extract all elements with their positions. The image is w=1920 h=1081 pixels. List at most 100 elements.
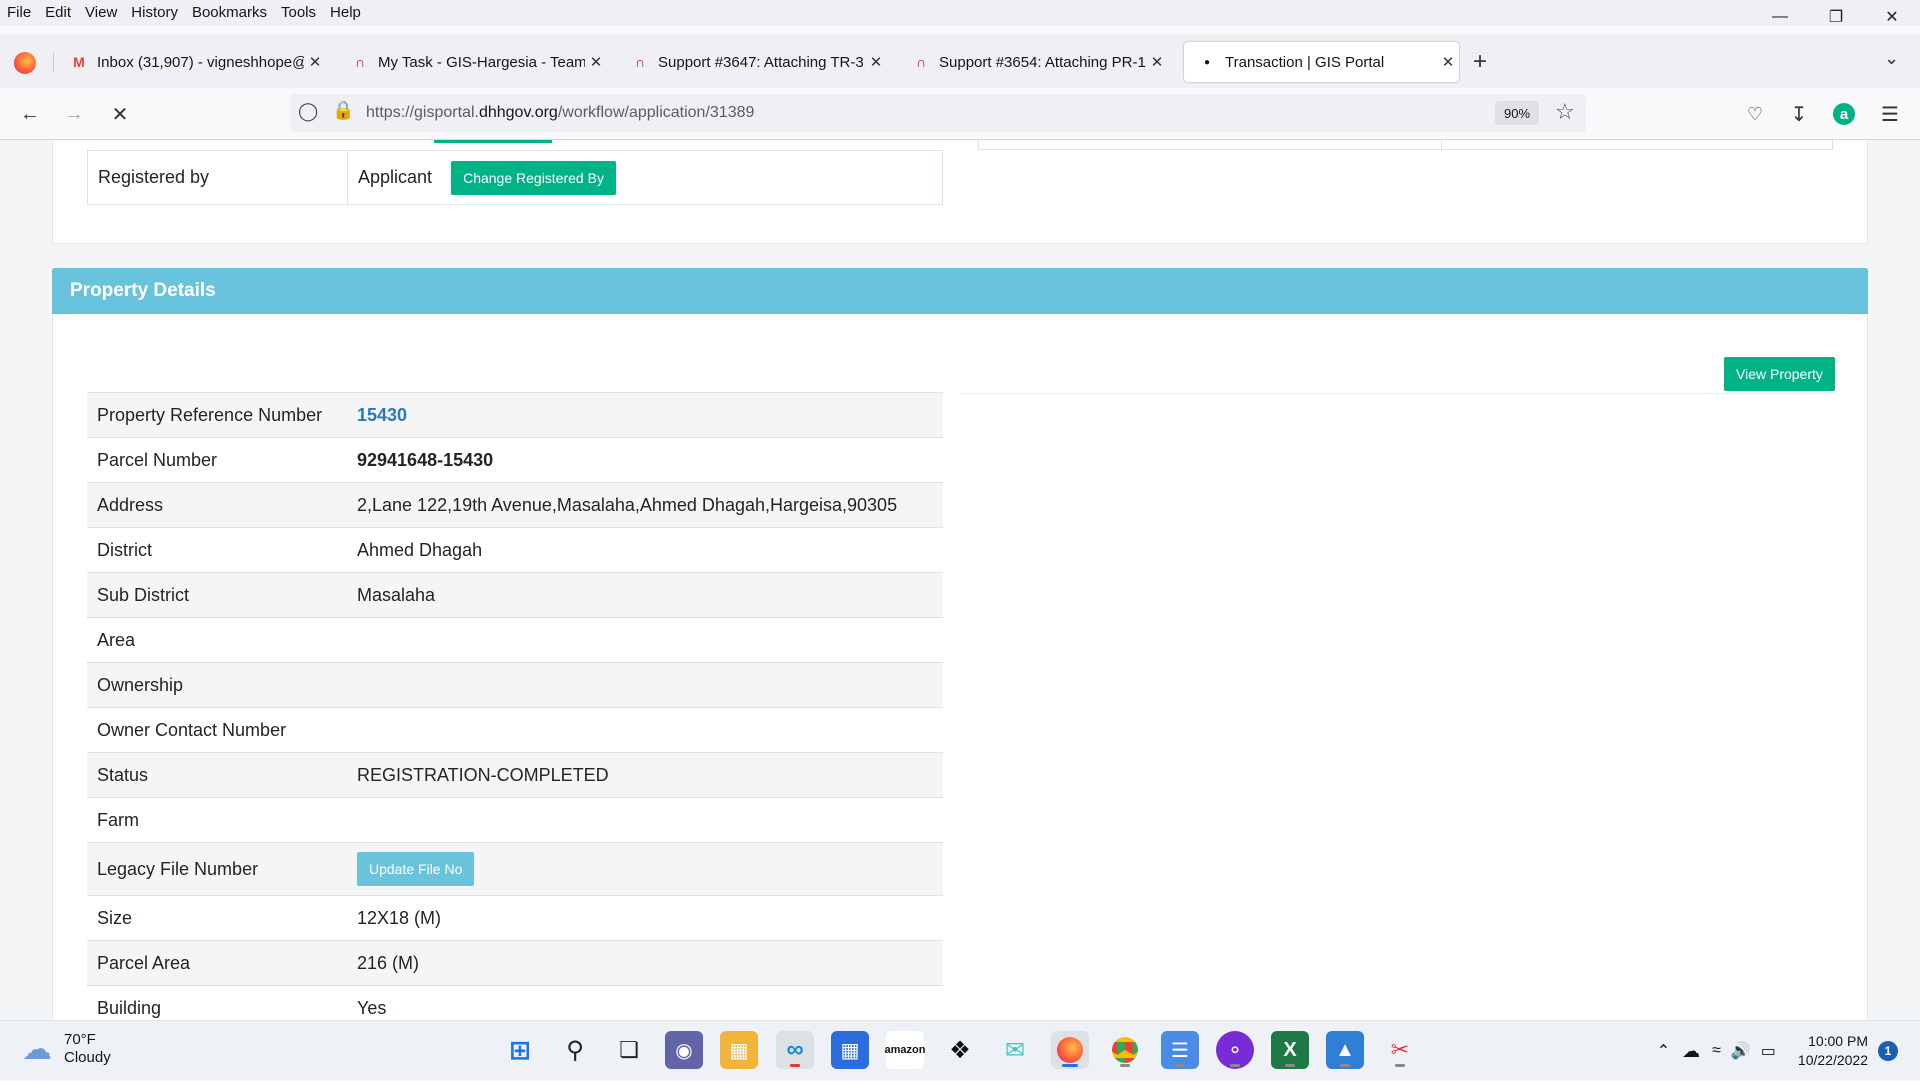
stop-loading-icon[interactable]: ✕ [106,100,134,128]
close-tab-icon[interactable]: ✕ [304,53,326,71]
tab-support-3647[interactable]: ∩ Support #3647: Attaching TR-31 ✕ [617,42,887,82]
firefox-icon[interactable] [14,52,36,74]
close-tab-icon[interactable]: ✕ [865,53,887,71]
detail-value[interactable]: 15430 [357,405,407,425]
weather-temp: 70°F [64,1031,96,1048]
detail-value: 216 (M) [357,952,420,973]
volume-icon[interactable]: 🔊 [1731,1041,1751,1061]
list-tabs-icon[interactable]: ⌄ [1884,48,1899,69]
detail-value-cell [347,707,943,753]
new-tab-icon[interactable]: + [1473,48,1487,76]
onedrive-icon[interactable]: ☁ [1682,1041,1700,1062]
detail-value-cell: Masalaha [347,572,943,618]
right-table-remnant [978,140,1833,150]
page-viewport: Registered by Applicant Change Registere… [0,140,1920,1020]
url-bar[interactable]: ◯ 🔒 https://gisportal.dhhgov.org/workflo… [290,94,1586,132]
right-column-divider [960,393,1832,394]
mail-icon[interactable]: ✉ [996,1031,1034,1069]
dropbox-icon[interactable]: ❖ [941,1031,979,1069]
change-registered-by-button[interactable]: Change Registered By [451,160,616,195]
detail-label: Building [87,985,347,1020]
detail-label: Legacy File Number [87,842,347,896]
bookmark-star-icon[interactable]: ☆ [1555,99,1575,125]
weather-widget[interactable]: ☁ 70°F Cloudy [22,1031,111,1067]
view-property-button[interactable]: View Property [1724,357,1835,391]
chrome-icon[interactable] [1106,1031,1144,1069]
detail-label: Parcel Area [87,940,347,986]
tab-title: Inbox (31,907) - vigneshhope@g [97,53,304,71]
redmine-icon: ∩ [354,54,366,70]
tab-separator [53,53,54,73]
tab-gmail[interactable]: M Inbox (31,907) - vigneshhope@g ✕ [56,42,326,82]
clock[interactable]: 10:00 PM 10/22/2022 [1798,1032,1868,1070]
update-file-no-button[interactable]: Update File No [357,852,475,886]
menu-history[interactable]: History [124,0,185,26]
lock-icon[interactable]: 🔒 [332,100,354,121]
firefox-taskbar-icon[interactable] [1051,1031,1089,1069]
tab-my-task[interactable]: ∩ My Task - GIS-Hargesia - Teams ✕ [337,42,607,82]
detail-value: 12X18 (M) [357,907,442,928]
notification-badge[interactable]: 1 [1878,1041,1898,1061]
clock-time: 10:00 PM [1808,1033,1868,1049]
edge-icon[interactable]: ∞ [776,1031,814,1069]
media-app-icon[interactable]: ⚬ [1216,1031,1254,1069]
excel-icon[interactable]: X [1271,1031,1309,1069]
table-row: District Ahmed Dhagah [87,527,943,573]
amazon-icon[interactable]: amazon [885,1031,925,1069]
back-icon[interactable]: ← [16,100,44,128]
close-window-icon[interactable]: ✕ [1864,0,1920,34]
tab-support-3654[interactable]: ∩ Support #3654: Attaching PR-15 ✕ [898,42,1168,82]
detail-label: Owner Contact Number [87,707,347,753]
battery-icon[interactable]: ▭ [1761,1041,1776,1061]
table-row: Address 2,Lane 122,19th Avenue,Masalaha,A… [87,482,943,528]
hamburger-menu-icon[interactable]: ☰ [1876,100,1904,128]
tracking-shield-icon[interactable]: ◯ [298,101,318,122]
restore-icon[interactable]: ❐ [1808,0,1864,34]
detail-label: Status [87,752,347,798]
clock-date: 10/22/2022 [1797,1052,1868,1068]
detail-value: 92941648-15430 [357,449,494,470]
photos-icon[interactable]: ▲ [1326,1031,1364,1069]
search-icon[interactable]: ⚲ [556,1031,594,1069]
detail-value: REGISTRATION-COMPLETED [357,764,609,785]
registered-by-value: Applicant [358,166,433,187]
file-explorer-icon[interactable]: ▦ [720,1031,758,1069]
zoom-level-badge[interactable]: 90% [1495,101,1539,125]
forward-icon[interactable]: → [60,100,88,128]
detail-value-cell: REGISTRATION-COMPLETED [347,752,943,798]
notepad-icon[interactable]: ☰ [1161,1031,1199,1069]
tab-strip: M Inbox (31,907) - vigneshhope@g ✕ ∩ My … [0,34,1920,88]
minimize-icon[interactable]: — [1752,0,1808,34]
menu-bookmarks[interactable]: Bookmarks [185,0,274,26]
close-tab-icon[interactable]: ✕ [585,53,607,71]
system-tray: ⌃ ☁ ≈ 🔊 ▭ 10:00 PM 10/22/2022 1 [1657,1021,1920,1081]
chevron-up-icon[interactable]: ⌃ [1657,1041,1670,1061]
table-row: Area [87,617,943,663]
detail-value-cell: 15430 [347,392,943,438]
tab-transaction[interactable]: ● Transaction | GIS Portal ✕ [1184,42,1459,82]
tab-title: My Task - GIS-Hargesia - Teams [378,53,585,71]
url-text[interactable]: https://gisportal.dhhgov.org/workflow/ap… [366,104,754,122]
task-view-icon[interactable]: ❏ [610,1031,648,1069]
table-row: Owner Contact Number [87,707,943,753]
close-tab-icon[interactable]: ✕ [1437,53,1459,71]
menu-tools[interactable]: Tools [274,0,323,26]
account-icon[interactable]: a [1830,100,1858,128]
wifi-icon[interactable]: ≈ [1712,1042,1721,1060]
teams-chat-icon[interactable]: ◉ [665,1031,703,1069]
tab-title: Support #3647: Attaching TR-31 [658,53,865,71]
menu-view[interactable]: View [78,0,124,26]
detail-label: Sub District [87,572,347,618]
snipping-tool-icon[interactable]: ✂ [1381,1031,1419,1069]
start-icon[interactable]: ⊞ [501,1031,539,1069]
store-icon[interactable]: ▦ [831,1031,869,1069]
downloads-icon[interactable]: ↧ [1785,100,1813,128]
menu-file[interactable]: File [0,0,38,26]
menu-help[interactable]: Help [323,0,368,26]
close-tab-icon[interactable]: ✕ [1146,53,1168,71]
menu-edit[interactable]: Edit [38,0,78,26]
detail-value: Ahmed Dhagah [357,539,483,560]
detail-value: Yes [357,997,387,1018]
pocket-icon[interactable]: ♡ [1741,100,1769,128]
detail-value-cell [347,797,943,843]
